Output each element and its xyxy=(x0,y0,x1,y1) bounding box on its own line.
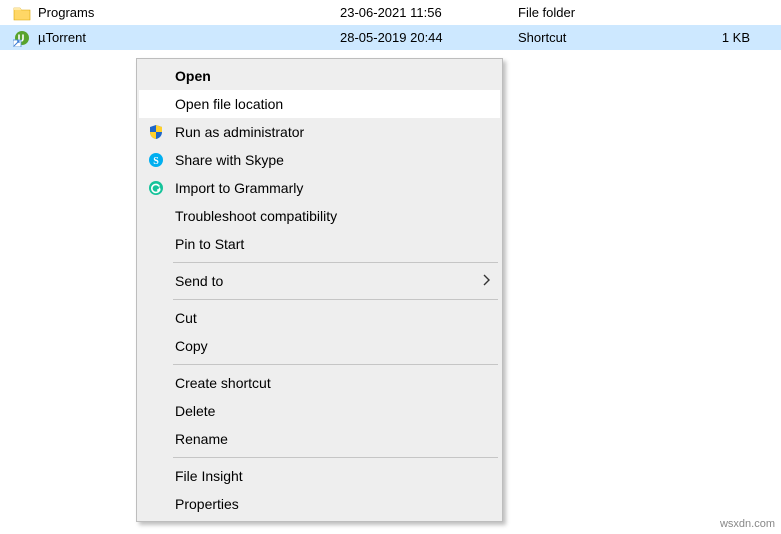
menu-label: Open xyxy=(175,68,211,84)
menu-label: Copy xyxy=(175,338,208,354)
menu-label: Create shortcut xyxy=(175,375,271,391)
utorrent-shortcut-icon xyxy=(12,28,32,48)
menu-properties[interactable]: Properties xyxy=(139,490,500,518)
menu-label: Open file location xyxy=(175,96,283,112)
menu-label: Import to Grammarly xyxy=(175,180,303,196)
folder-icon xyxy=(12,3,32,23)
menu-label: Properties xyxy=(175,496,239,512)
menu-open[interactable]: Open xyxy=(139,62,500,90)
menu-separator xyxy=(173,299,498,300)
menu-label: File Insight xyxy=(175,468,243,484)
menu-create-shortcut[interactable]: Create shortcut xyxy=(139,369,500,397)
menu-label: Cut xyxy=(175,310,197,326)
menu-pin-to-start[interactable]: Pin to Start xyxy=(139,230,500,258)
file-row-programs[interactable]: Programs 23-06-2021 11:56 File folder xyxy=(0,0,781,25)
menu-separator xyxy=(173,364,498,365)
menu-run-as-administrator[interactable]: Run as administrator xyxy=(139,118,500,146)
file-row-utorrent[interactable]: µTorrent 28-05-2019 20:44 Shortcut 1 KB xyxy=(0,25,781,50)
menu-share-with-skype[interactable]: S Share with Skype xyxy=(139,146,500,174)
chevron-right-icon xyxy=(482,273,490,289)
menu-import-to-grammarly[interactable]: Import to Grammarly xyxy=(139,174,500,202)
file-size: 1 KB xyxy=(708,30,760,45)
menu-label: Delete xyxy=(175,403,215,419)
grammarly-icon xyxy=(147,179,165,197)
menu-copy[interactable]: Copy xyxy=(139,332,500,360)
menu-label: Rename xyxy=(175,431,228,447)
menu-label: Pin to Start xyxy=(175,236,244,252)
menu-separator xyxy=(173,457,498,458)
file-date: 23-06-2021 11:56 xyxy=(340,5,518,20)
menu-label: Run as administrator xyxy=(175,124,304,140)
context-menu: Open Open file location Run as administr… xyxy=(136,58,503,522)
shield-icon xyxy=(147,123,165,141)
menu-cut[interactable]: Cut xyxy=(139,304,500,332)
file-type: Shortcut xyxy=(518,30,708,45)
file-name: Programs xyxy=(38,5,94,20)
menu-label: Send to xyxy=(175,273,223,289)
file-type: File folder xyxy=(518,5,708,20)
menu-delete[interactable]: Delete xyxy=(139,397,500,425)
file-name: µTorrent xyxy=(38,30,86,45)
menu-troubleshoot-compatibility[interactable]: Troubleshoot compatibility xyxy=(139,202,500,230)
menu-label: Troubleshoot compatibility xyxy=(175,208,337,224)
menu-open-file-location[interactable]: Open file location xyxy=(139,90,500,118)
menu-send-to[interactable]: Send to xyxy=(139,267,500,295)
file-date: 28-05-2019 20:44 xyxy=(340,30,518,45)
menu-rename[interactable]: Rename xyxy=(139,425,500,453)
skype-icon: S xyxy=(147,151,165,169)
svg-text:S: S xyxy=(153,156,159,167)
menu-file-insight[interactable]: File Insight xyxy=(139,462,500,490)
file-list: Programs 23-06-2021 11:56 File folder µT… xyxy=(0,0,781,50)
menu-label: Share with Skype xyxy=(175,152,284,168)
watermark: wsxdn.com xyxy=(720,518,775,530)
menu-separator xyxy=(173,262,498,263)
